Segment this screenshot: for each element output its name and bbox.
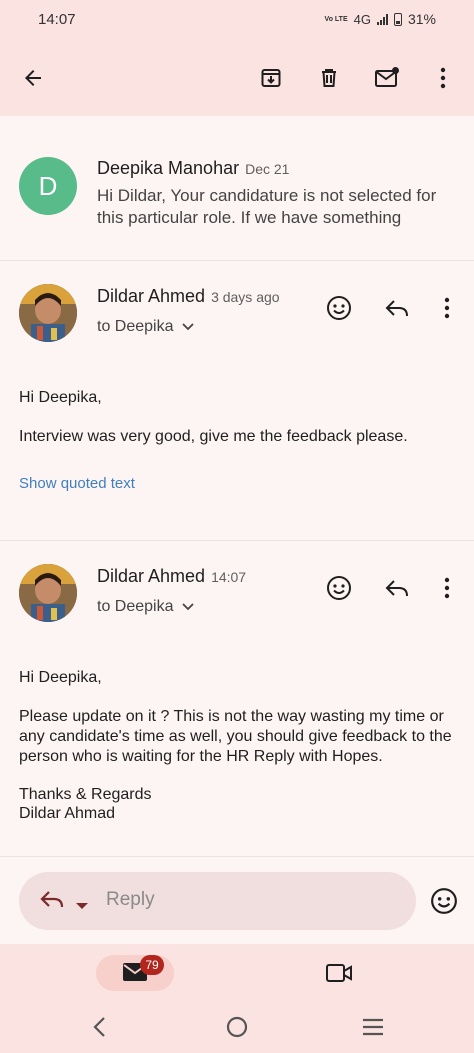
recipients-label: to Deepika bbox=[97, 318, 174, 335]
status-indicators: Vo LTE 4G 31% bbox=[325, 11, 436, 27]
emoji-reaction-icon[interactable] bbox=[324, 573, 354, 603]
sender-name: Dildar Ahmed bbox=[97, 286, 206, 306]
message-date: 14:07 bbox=[211, 569, 247, 585]
status-bar: 14:07 Vo LTE 4G 31% bbox=[0, 0, 474, 40]
video-camera-icon bbox=[326, 964, 352, 982]
sender-line: Deepika Manohar Dec 21 bbox=[97, 158, 289, 179]
reply-icon[interactable] bbox=[382, 293, 412, 323]
delete-icon[interactable] bbox=[315, 64, 343, 92]
recipients-label: to Deepika bbox=[97, 598, 174, 615]
volte-indicator: Vo LTE bbox=[324, 15, 348, 23]
message-body: Interview was very good, give me the fee… bbox=[19, 428, 408, 445]
back-arrow-icon[interactable] bbox=[19, 64, 47, 92]
system-recents-icon[interactable] bbox=[362, 1018, 384, 1041]
system-home-icon[interactable] bbox=[226, 1016, 248, 1043]
message-greeting: Hi Deepika, bbox=[19, 669, 102, 686]
sender-line: Dildar Ahmed 14:07 bbox=[97, 566, 246, 587]
archive-icon[interactable] bbox=[257, 64, 285, 92]
top-app-bar bbox=[0, 40, 474, 116]
recipients-toggle[interactable]: to Deepika bbox=[97, 318, 194, 336]
mark-unread-icon[interactable] bbox=[373, 64, 401, 92]
avatar: D bbox=[19, 157, 77, 215]
reply-arrow-icon[interactable] bbox=[40, 889, 66, 916]
reply-options-dropdown-icon[interactable] bbox=[75, 897, 89, 915]
battery-percent: 31% bbox=[407, 11, 436, 27]
more-options-icon[interactable] bbox=[432, 293, 462, 323]
collapsed-message[interactable]: D Deepika Manohar Dec 21 Hi Dildar, Your … bbox=[0, 140, 474, 260]
message-body: Please update on it ? This is not the wa… bbox=[19, 708, 452, 765]
more-options-icon[interactable] bbox=[432, 573, 462, 603]
system-back-icon[interactable] bbox=[90, 1016, 108, 1043]
unread-count-badge: 79 bbox=[140, 955, 164, 975]
sender-name: Dildar Ahmed bbox=[97, 566, 206, 586]
meet-tab[interactable] bbox=[325, 962, 353, 989]
divider bbox=[0, 856, 474, 857]
message-card: Dildar Ahmed 3 days ago to Deepika Hi Dee… bbox=[0, 260, 474, 540]
reply-input[interactable]: Reply bbox=[106, 889, 155, 911]
message-snippet: Hi Dildar, Your candidature is not selec… bbox=[97, 186, 437, 227]
sender-name: Deepika Manohar bbox=[97, 158, 240, 178]
reply-icon[interactable] bbox=[382, 573, 412, 603]
message-signoff: Thanks & Regards bbox=[19, 786, 152, 803]
sender-line: Dildar Ahmed 3 days ago bbox=[97, 286, 280, 307]
message-card: Dildar Ahmed 14:07 to Deepika Hi Deepika,… bbox=[0, 540, 474, 856]
message-date: Dec 21 bbox=[245, 161, 290, 177]
avatar[interactable] bbox=[19, 564, 77, 622]
battery-icon bbox=[393, 12, 402, 26]
message-date: 3 days ago bbox=[211, 289, 280, 305]
emoji-reaction-icon[interactable] bbox=[324, 293, 354, 323]
message-greeting: Hi Deepika, bbox=[19, 389, 102, 406]
message-signature: Dildar Ahmad bbox=[19, 805, 116, 822]
signal-icon bbox=[376, 13, 388, 25]
chevron-down-icon bbox=[181, 603, 194, 611]
avatar[interactable] bbox=[19, 284, 77, 342]
chevron-down-icon bbox=[181, 323, 194, 331]
network-label: 4G bbox=[353, 11, 371, 27]
recipients-toggle[interactable]: to Deepika bbox=[97, 598, 194, 616]
emoji-icon[interactable] bbox=[430, 887, 458, 920]
show-quoted-link[interactable]: Show quoted text bbox=[19, 475, 135, 492]
status-time: 14:07 bbox=[38, 11, 76, 28]
more-options-icon[interactable] bbox=[429, 64, 457, 92]
